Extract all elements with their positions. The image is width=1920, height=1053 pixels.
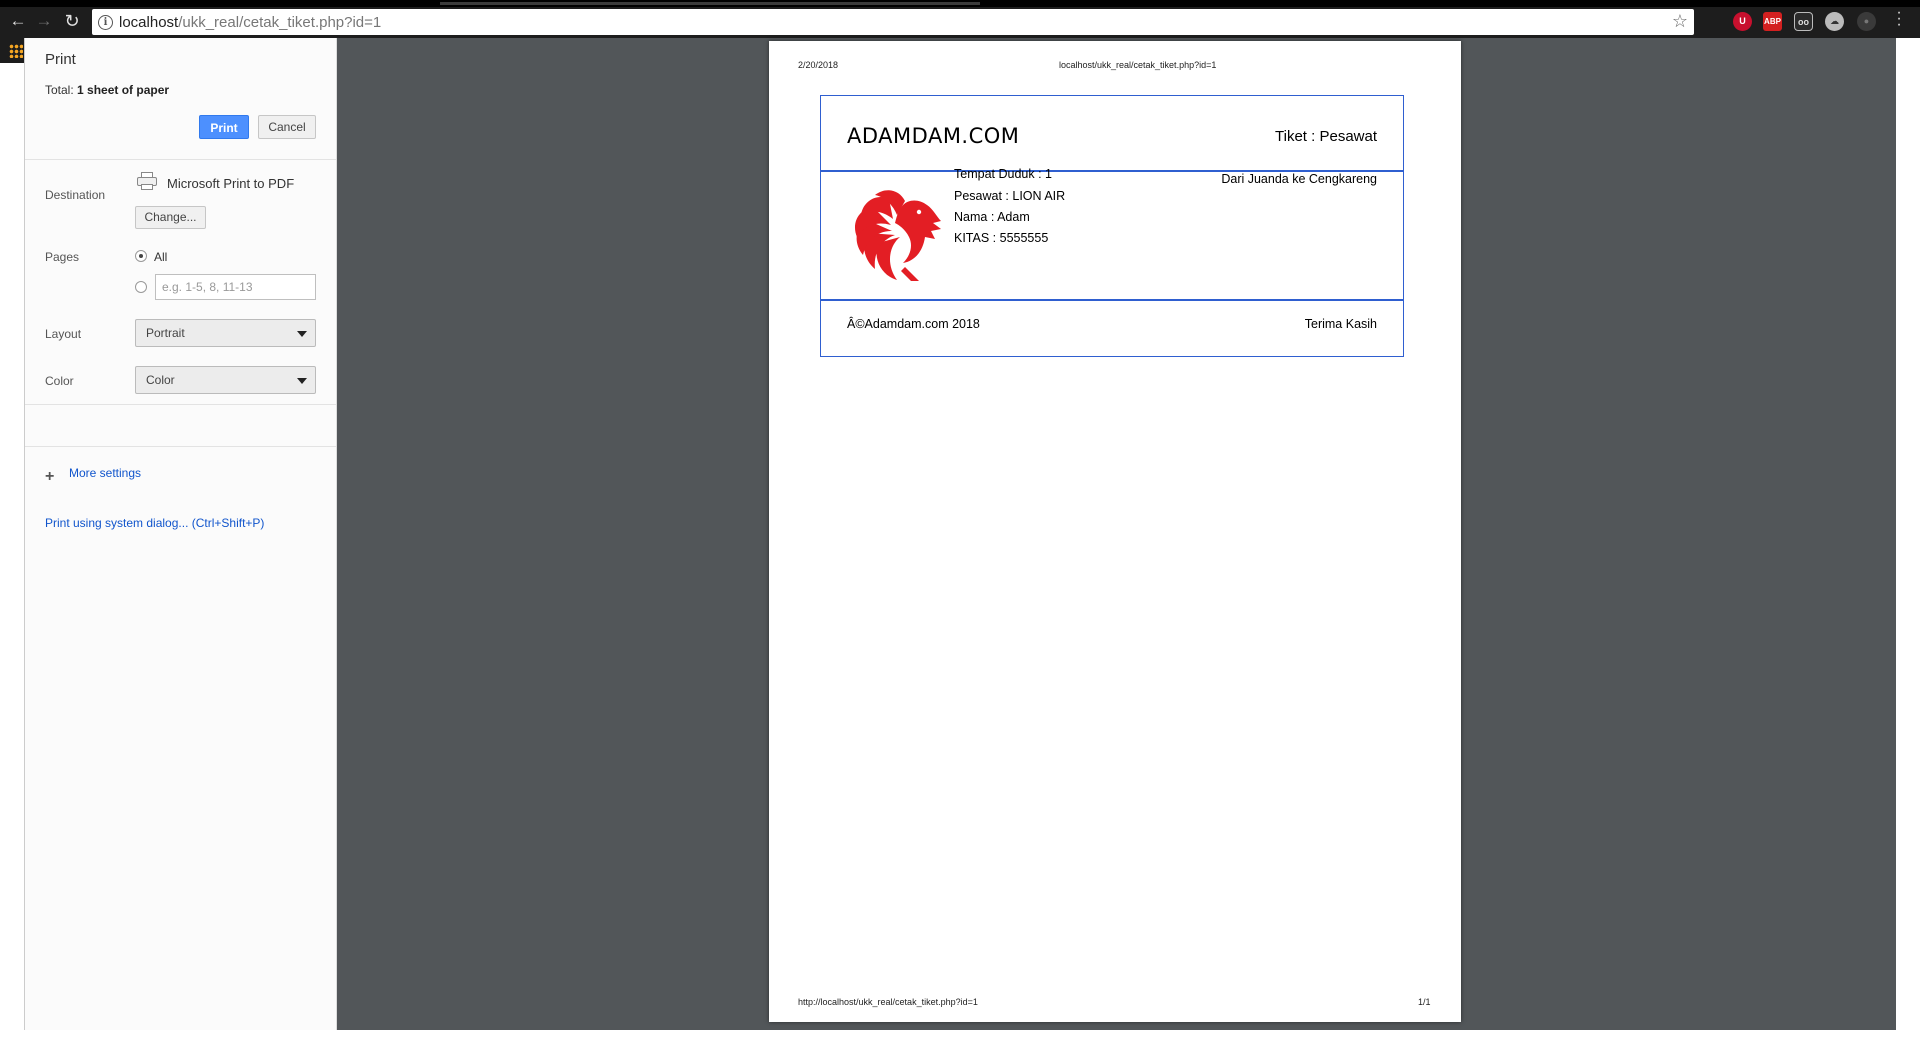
info-icon[interactable]: i [98,15,113,30]
print-title: Print [45,51,76,68]
ticket-airline: Pesawat : LION AIR [954,189,1066,203]
layout-select[interactable]: Portrait [135,319,316,347]
layout-label: Layout [45,327,82,341]
page-footer-url: http://localhost/ukk_real/cetak_tiket.ph… [798,997,978,1007]
ticket-thanks: Terima Kasih [1304,317,1377,331]
more-settings-link[interactable]: More settings [69,466,141,480]
forward-arrow-icon[interactable]: → [34,11,54,31]
browser-toolbar: ← → ↻ i localhost/ukk_real/cetak_tiket.p… [0,0,1920,38]
pages-label: Pages [45,250,80,264]
page-header-url: localhost/ukk_real/cetak_tiket.php?id=1 [1059,60,1217,70]
pages-custom-radio[interactable] [135,281,147,293]
chevron-down-icon [297,378,307,384]
tab-strip [0,0,1920,7]
ticket-route: Dari Juanda ke Cengkareng [1221,172,1377,186]
printer-icon [137,172,157,190]
print-sidebar: Print Total: 1 sheet of paper Print Canc… [24,38,337,1030]
preview-page: 2/20/2018 localhost/ukk_real/cetak_tiket… [769,41,1461,1022]
destination-value: Microsoft Print to PDF [167,176,295,191]
dialog-margin-bottom [0,1030,1920,1053]
menu-dots-icon[interactable]: · · · [1895,5,1903,33]
ticket-seat: Tempat Duduk : 1 [954,167,1052,181]
color-value: Color [146,373,175,387]
ublock-icon[interactable]: U [1733,12,1752,31]
extension-icon[interactable]: ● [1857,12,1876,31]
pages-range-input[interactable]: e.g. 1-5, 8, 11-13 [155,274,316,300]
reader-icon[interactable]: oo [1794,12,1813,31]
ticket-divider [821,299,1403,301]
color-select[interactable]: Color [135,366,316,394]
address-url[interactable]: localhost/ukk_real/cetak_tiket.php?id=1 [119,14,381,31]
address-bar[interactable]: i localhost/ukk_real/cetak_tiket.php?id=… [92,9,1694,35]
ticket-card: ADAMDAM.COM Tiket : Pesawat Tempat Duduk… [820,95,1404,357]
page-footer-number: 1/1 [1418,997,1431,1007]
total-value: 1 sheet of paper [77,83,170,97]
ticket-name: Nama : Adam [954,210,1030,224]
url-path: /ukk_real/cetak_tiket.php?id=1 [178,14,382,31]
color-label: Color [45,374,74,388]
cloud-icon[interactable]: ☁ [1825,12,1844,31]
apps-grid-icon[interactable] [9,44,23,58]
tab-indicator [440,2,980,5]
system-dialog-link[interactable]: Print using system dialog... (Ctrl+Shift… [45,516,264,530]
ticket-brand: ADAMDAM.COM [847,124,1020,148]
cancel-button[interactable]: Cancel [258,115,316,139]
print-button[interactable]: Print [199,115,249,139]
lion-air-logo-icon [854,190,941,281]
chevron-down-icon [297,331,307,337]
destination-label: Destination [45,188,106,202]
reload-icon[interactable]: ↻ [62,11,82,31]
ticket-kitas: KITAS : 5555555 [954,231,1049,245]
ticket-type: Tiket : Pesawat [1275,128,1377,145]
url-host: localhost [119,14,179,31]
layout-value: Portrait [146,326,185,340]
dialog-margin-left [0,63,24,1053]
plus-icon[interactable]: + [45,468,54,486]
divider [25,404,336,405]
change-destination-button[interactable]: Change... [135,206,206,229]
pages-all-label[interactable]: All [154,250,167,264]
ticket-copyright: Â©Adamdam.com 2018 [847,317,980,331]
back-arrow-icon[interactable]: ← [8,11,28,31]
adblock-plus-icon[interactable]: ABP [1763,12,1782,31]
total-label: Total: [45,83,74,97]
dialog-margin-right [1896,38,1920,1053]
bookmark-star-icon[interactable]: ☆ [1672,11,1688,32]
pages-all-radio[interactable] [135,250,147,262]
divider [25,159,336,160]
page-header-date: 2/20/2018 [798,60,839,70]
print-preview-area: 2/20/2018 localhost/ukk_real/cetak_tiket… [337,38,1896,1030]
divider [25,446,336,447]
print-total: Total: 1 sheet of paper [45,83,169,97]
